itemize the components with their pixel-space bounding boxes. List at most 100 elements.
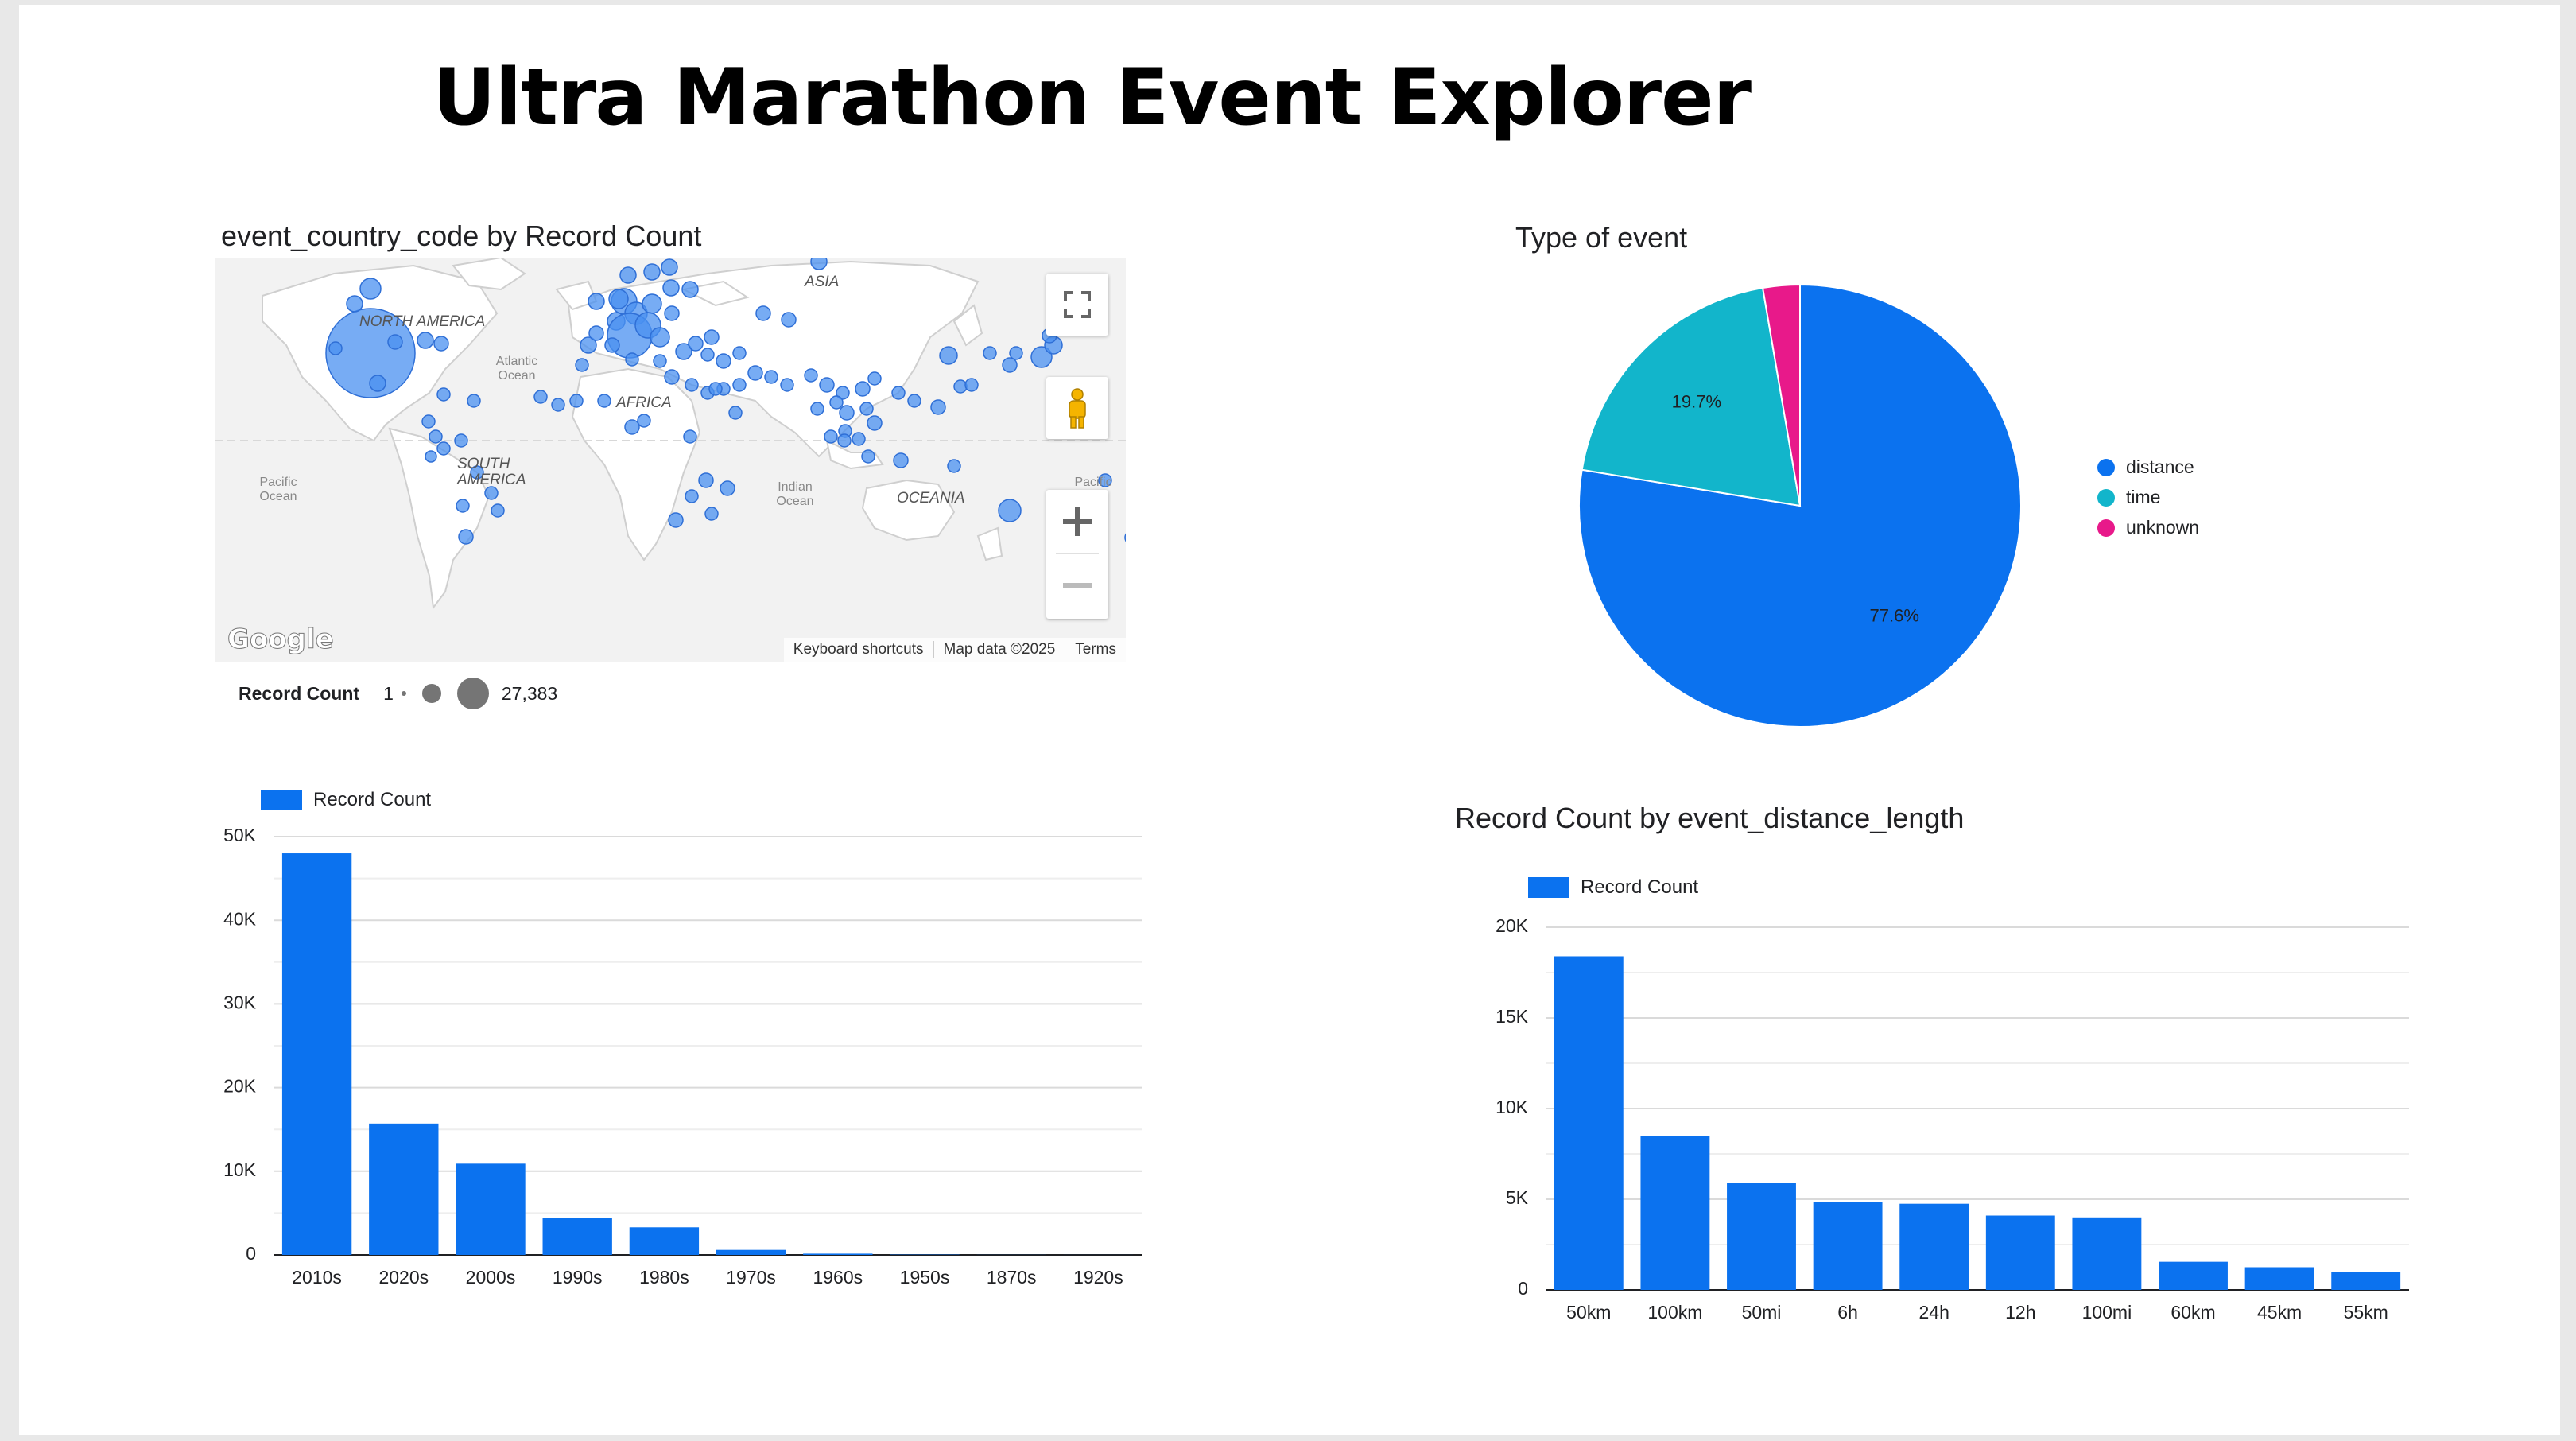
terms-link[interactable]: Terms <box>1065 641 1126 658</box>
map-label-oceania: OCEANIA <box>897 490 965 507</box>
ocean-label-indian: Indian Ocean <box>776 480 814 508</box>
distance-bar-chart: 0 5K 10K 15K 20K 50km 100km 50mi 6h 24h 12h 100mi 60… <box>1496 915 2409 1323</box>
legend-swatch-record-count <box>261 790 302 810</box>
decade-y-tick-label: 10K <box>223 1159 257 1180</box>
decade-y-tick-label: 50K <box>223 825 257 845</box>
distance-bar-45km[interactable] <box>2244 1267 2314 1291</box>
zoom-control <box>1046 490 1108 619</box>
ocean-label-pacific-right: Pacific <box>1074 476 1112 489</box>
distance-x-tick-label: 50km <box>1566 1302 1611 1323</box>
fullscreen-icon <box>1064 291 1091 318</box>
distance-bar-55km[interactable] <box>2331 1272 2401 1290</box>
decade-bar-1990s[interactable] <box>542 1218 612 1255</box>
pie-chart-title: Type of event <box>1515 221 1688 254</box>
distance-y-tick-label: 10K <box>1496 1097 1529 1117</box>
report-canvas: Ultra Marathon Event Explorer event_coun… <box>19 5 2560 1435</box>
distance-bar-60km[interactable] <box>2159 1261 2228 1290</box>
map-label-south-america: SOUTH AMERICA <box>457 456 526 488</box>
fullscreen-button[interactable] <box>1046 274 1108 336</box>
decade-x-tick-label: 2000s <box>466 1267 516 1288</box>
legend-swatch-distance <box>2097 458 2115 476</box>
street-view-button[interactable] <box>1046 377 1108 439</box>
distance-y-tick-label: 15K <box>1496 1006 1529 1027</box>
distance-bar-100mi[interactable] <box>2072 1217 2142 1290</box>
size-legend-dot-medium <box>421 684 441 703</box>
decade-bar-1970s[interactable] <box>716 1249 786 1255</box>
decade-x-tick-label: 1990s <box>553 1267 603 1288</box>
ocean-label-pacific-left: Pacific Ocean <box>259 476 297 503</box>
decade-x-tick-label: 2010s <box>292 1267 342 1288</box>
decade-bar-chart: 0 10K 20K 30K 40K 50K 2010s 2020s 2000s 1990s 1980… <box>223 825 1142 1288</box>
map-land <box>215 258 1126 610</box>
decade-x-tick-label: 2020s <box>378 1267 429 1288</box>
decade-y-tick-label: 20K <box>223 1076 257 1097</box>
size-legend-min: 1 <box>383 682 394 704</box>
size-legend-max: 27,383 <box>501 682 558 704</box>
pie-legend-unknown[interactable]: unknown <box>2097 517 2199 538</box>
distance-x-tick-label: 24h <box>1919 1302 1949 1323</box>
distance-bar-50mi[interactable] <box>1727 1183 1796 1290</box>
decade-y-tick-label: 30K <box>223 992 257 1012</box>
distance-bar-100km[interactable] <box>1640 1136 1710 1290</box>
distance-x-tick-label: 55km <box>2344 1302 2388 1323</box>
decade-x-tick-label: 1920s <box>1073 1267 1123 1288</box>
decade-x-tick-label: 1980s <box>639 1267 689 1288</box>
decade-bar-2000s[interactable] <box>456 1163 526 1255</box>
legend-label-distance: distance <box>2126 456 2194 477</box>
google-logo: Google <box>227 623 335 656</box>
distance-x-tick-label: 12h <box>2005 1302 2035 1323</box>
legend-label-record-count-2: Record Count <box>1581 876 1699 898</box>
ocean-label-atlantic: Atlantic Ocean <box>495 355 538 383</box>
distance-bar-50km[interactable] <box>1554 956 1624 1290</box>
distance-y-tick-label: 0 <box>1518 1278 1528 1299</box>
distance-x-tick-label: 50mi <box>1742 1302 1782 1323</box>
size-legend-dot-large <box>456 678 489 709</box>
decade-bar-1960s[interactable] <box>803 1253 873 1255</box>
decade-x-tick-label: 1970s <box>726 1267 776 1288</box>
map-label-africa: AFRICA <box>616 394 672 411</box>
map-footer: Keyboard shortcuts Map data ©2025 Terms <box>783 638 1126 662</box>
distance-x-tick-label: 45km <box>2257 1302 2302 1323</box>
distance-x-tick-label: 6h <box>1837 1302 1858 1323</box>
page-title: Ultra Marathon Event Explorer <box>433 52 1752 143</box>
distance-y-tick-label: 20K <box>1496 915 1529 936</box>
decade-bar-legend[interactable]: Record Count <box>261 789 431 811</box>
distance-x-tick-label: 100mi <box>2082 1302 2132 1323</box>
legend-swatch-unknown <box>2097 519 2115 537</box>
distance-bar-6h[interactable] <box>1813 1202 1883 1290</box>
map-data-attribution: Map data ©2025 <box>934 641 1066 658</box>
decade-bar-2020s[interactable] <box>369 1123 439 1255</box>
decade-x-tick-label: 1870s <box>987 1267 1037 1288</box>
map-chart-title: event_country_code by Record Count <box>221 219 702 252</box>
decade-bar-2010s[interactable] <box>281 853 352 1255</box>
bubble-map[interactable]: NORTH AMERICA SOUTH AMERICA AFRICA ASIA … <box>215 258 1126 662</box>
legend-swatch-time <box>2097 488 2115 507</box>
pie-label-distance: 77.6% <box>1870 606 1919 626</box>
decade-x-tick-label: 1950s <box>900 1267 950 1288</box>
distance-bar-12h[interactable] <box>1985 1215 2055 1290</box>
distance-bar-24h[interactable] <box>1899 1203 1969 1290</box>
pie-legend-distance[interactable]: distance <box>2097 456 2194 478</box>
size-legend-dot-small <box>401 691 406 696</box>
legend-label-unknown: unknown <box>2126 517 2200 538</box>
pie-chart: 77.6% 19.7% <box>1578 283 2022 728</box>
keyboard-shortcuts-link[interactable]: Keyboard shortcuts <box>784 641 934 658</box>
legend-swatch-record-count-2 <box>1528 877 1569 898</box>
zoom-in-button[interactable] <box>1046 490 1108 553</box>
pie-label-time: 19.7% <box>1672 391 1721 411</box>
size-legend-label: Record Count <box>239 682 360 704</box>
plus-icon <box>1063 507 1092 536</box>
legend-label-time: time <box>2126 487 2161 507</box>
pegman-icon <box>1069 388 1086 429</box>
decade-x-tick-label: 1960s <box>813 1267 863 1288</box>
map-size-legend: Record Count 1 27,383 <box>239 678 557 709</box>
map-label-asia: ASIA <box>805 274 840 290</box>
pie-legend-time[interactable]: time <box>2097 487 2160 508</box>
map-label-north-america: NORTH AMERICA <box>359 313 486 330</box>
distance-chart-title: Record Count by event_distance_length <box>1455 802 1965 834</box>
distance-x-tick-label: 60km <box>2171 1302 2215 1323</box>
decade-bar-1980s[interactable] <box>629 1227 700 1255</box>
distance-x-tick-label: 100km <box>1647 1302 1702 1323</box>
zoom-out-button[interactable] <box>1046 555 1108 619</box>
distance-bar-legend[interactable]: Record Count <box>1528 876 1698 899</box>
